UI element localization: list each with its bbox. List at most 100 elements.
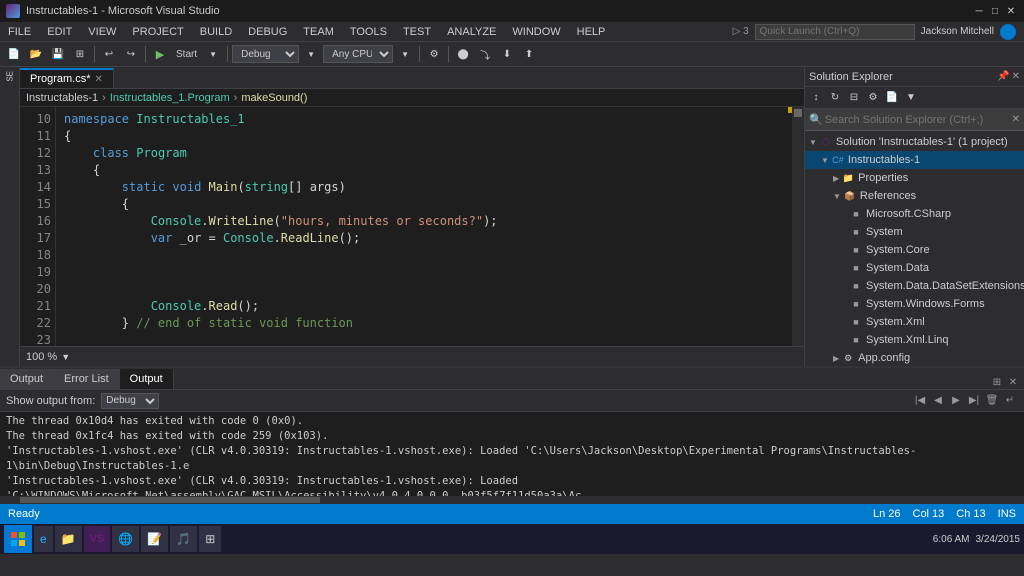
redo-button[interactable]: ↪ xyxy=(121,44,141,64)
apps-icon: ⊞ xyxy=(205,532,215,546)
menu-test[interactable]: TEST xyxy=(395,22,439,41)
solution-icon: ⬡ xyxy=(819,135,833,149)
tree-ref-winforms[interactable]: ■ System.Windows.Forms xyxy=(805,295,1024,313)
se-close-button[interactable]: ✕ xyxy=(1012,71,1020,82)
app-icon xyxy=(6,4,20,18)
sep3 xyxy=(227,46,228,62)
se-collapse-button[interactable]: ⊟ xyxy=(845,89,863,107)
output-clear-button[interactable]: 🗑 xyxy=(984,393,1000,409)
tree-ref-system[interactable]: ■ System xyxy=(805,223,1024,241)
minimize-button[interactable]: ─ xyxy=(972,4,986,18)
tree-ref-sysxml[interactable]: ■ System.Xml xyxy=(805,313,1024,331)
left-sidebar: SE xyxy=(0,67,20,366)
code-content[interactable]: namespace Instructables_1 { class Progra… xyxy=(56,107,804,346)
output-wrap-button[interactable]: ↵ xyxy=(1002,393,1018,409)
taskbar-explorer[interactable]: 📁 xyxy=(55,526,82,552)
code-editor[interactable]: 1011121314 1516171819 2021222324 2526 27… xyxy=(20,107,804,346)
breakpoint-button[interactable]: ⬤ xyxy=(453,44,473,64)
taskbar-vs[interactable]: VS xyxy=(84,526,111,552)
output-btn4[interactable]: ▶| xyxy=(966,393,982,409)
taskbar-apps[interactable]: ⊞ xyxy=(199,526,221,552)
taskbar-media[interactable]: 🎵 xyxy=(170,526,197,552)
taskbar-chrome[interactable]: 🌐 xyxy=(112,526,139,552)
output-float-button[interactable]: ⊞ xyxy=(990,375,1004,389)
menu-tools[interactable]: TOOLS xyxy=(342,22,395,41)
platform-dropdown[interactable]: ▼ xyxy=(395,44,415,64)
taskbar-ie[interactable]: e xyxy=(34,526,53,552)
menu-project[interactable]: PROJECT xyxy=(124,22,191,41)
undo-button[interactable]: ↩ xyxy=(99,44,119,64)
output-close-button[interactable]: ✕ xyxy=(1006,375,1020,389)
se-filter-button[interactable]: ▼ xyxy=(902,89,920,107)
solution-explorer-search[interactable]: 🔍 ✕ xyxy=(805,109,1024,131)
config-dropdown[interactable]: ▼ xyxy=(301,44,321,64)
menu-analyze[interactable]: ANALYZE xyxy=(439,22,504,41)
code-line-18 xyxy=(64,247,804,264)
output-tabs: Output Error List Output ⊞ ✕ xyxy=(0,368,1024,390)
se-refresh-button[interactable]: ↻ xyxy=(826,89,844,107)
step-over-button[interactable]: ⤵ xyxy=(475,44,495,64)
error-margin xyxy=(788,107,792,346)
start-menu-button[interactable] xyxy=(4,525,32,553)
se-show-files-button[interactable]: 📄 xyxy=(883,89,901,107)
open-button[interactable]: 📂 xyxy=(26,44,46,64)
menu-debug[interactable]: DEBUG xyxy=(240,22,295,41)
solution-explorer-search-input[interactable] xyxy=(825,114,1010,126)
menu-file[interactable]: FILE xyxy=(0,22,39,41)
output-btn1[interactable]: |◀ xyxy=(912,393,928,409)
tree-references[interactable]: ▼ 📦 References xyxy=(805,187,1024,205)
quick-launch-input[interactable] xyxy=(755,24,915,40)
save-button[interactable]: 💾 xyxy=(48,44,68,64)
tab-error-list[interactable]: Error List xyxy=(54,369,120,389)
output-btn3[interactable]: ▶ xyxy=(948,393,964,409)
step-out-button[interactable]: ⬆ xyxy=(519,44,539,64)
tree-solution[interactable]: ▼ ⬡ Solution 'Instructables-1' (1 projec… xyxy=(805,133,1024,151)
tab-program-cs-close[interactable]: ✕ xyxy=(95,74,103,85)
search-clear-icon[interactable]: ✕ xyxy=(1012,114,1020,125)
output-scrollbar[interactable] xyxy=(0,496,1024,504)
output-source-select[interactable]: Debug Build General xyxy=(101,393,159,409)
debug-config-select[interactable]: Debug Release xyxy=(232,45,299,63)
server-explorer-icon[interactable]: SE xyxy=(2,71,18,82)
menu-view[interactable]: VIEW xyxy=(80,22,124,41)
attach-button[interactable]: ⚙ xyxy=(424,44,444,64)
properties-folder-icon: 📁 xyxy=(841,171,855,185)
close-button[interactable]: ✕ xyxy=(1004,4,1018,18)
menu-edit[interactable]: EDIT xyxy=(39,22,80,41)
project-icon: C# xyxy=(831,153,845,167)
menu-help[interactable]: HELP xyxy=(569,22,614,41)
se-properties-button[interactable]: ⚙ xyxy=(864,89,882,107)
menu-window[interactable]: WINDOW xyxy=(504,22,568,41)
tab-output[interactable]: Output xyxy=(0,369,54,389)
start-dropdown[interactable]: ▼ xyxy=(203,44,223,64)
platform-select[interactable]: Any CPU xyxy=(323,45,393,63)
toolbar: 📄 📂 💾 ⊞ ↩ ↪ ▶ Start ▼ Debug Release ▼ An… xyxy=(0,42,1024,67)
tree-ref-systemcore[interactable]: ■ System.Core xyxy=(805,241,1024,259)
start-button[interactable]: ▶ xyxy=(150,44,170,64)
ref-icon-systemdata: ■ xyxy=(849,261,863,275)
output-hscroll-thumb[interactable] xyxy=(20,497,320,503)
tree-ref-mscsharp[interactable]: ■ Microsoft.CSharp xyxy=(805,205,1024,223)
tree-appconfig[interactable]: ▶ ⚙ App.config xyxy=(805,349,1024,367)
tree-ref-datasetextensions[interactable]: ■ System.Data.DataSetExtensions xyxy=(805,277,1024,295)
menu-team[interactable]: TEAM xyxy=(295,22,342,41)
tree-ref-systemdata[interactable]: ■ System.Data xyxy=(805,259,1024,277)
tray-date: 3/24/2015 xyxy=(976,534,1021,545)
scroll-thumb[interactable] xyxy=(794,109,802,117)
zoom-dropdown[interactable]: ▼ xyxy=(61,352,70,362)
step-into-button[interactable]: ⬇ xyxy=(497,44,517,64)
se-pin-button[interactable]: 📌 xyxy=(997,71,1009,82)
maximize-button[interactable]: □ xyxy=(988,4,1002,18)
tab-program-cs[interactable]: Program.cs* ✕ xyxy=(20,68,114,88)
new-project-button[interactable]: 📄 xyxy=(4,44,24,64)
tab-output-active[interactable]: Output xyxy=(120,369,174,389)
tree-project[interactable]: ▼ C# Instructables-1 xyxy=(805,151,1024,169)
se-sync-button[interactable]: ↕ xyxy=(807,89,825,107)
taskbar-notepad[interactable]: 📝 xyxy=(141,526,168,552)
search-count: ▷ 3 xyxy=(733,26,749,37)
output-btn2[interactable]: ◀ xyxy=(930,393,946,409)
save-all-button[interactable]: ⊞ xyxy=(70,44,90,64)
tree-properties[interactable]: ▶ 📁 Properties xyxy=(805,169,1024,187)
menu-build[interactable]: BUILD xyxy=(192,22,240,41)
tree-ref-sysxmllinq[interactable]: ■ System.Xml.Linq xyxy=(805,331,1024,349)
